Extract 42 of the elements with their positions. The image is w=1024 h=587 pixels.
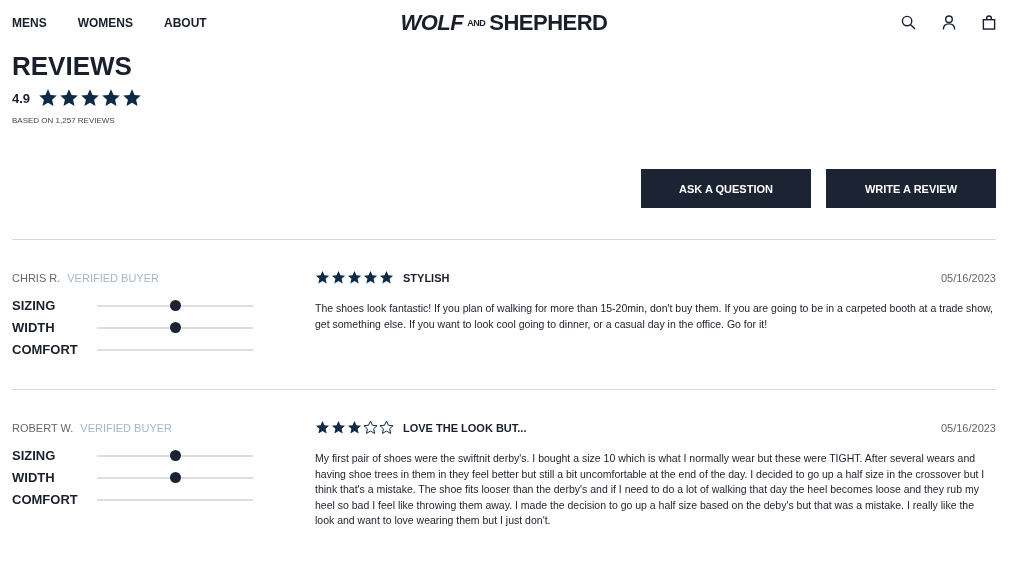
action-button[interactable]: ASK A QUESTION xyxy=(641,169,811,208)
user-icon[interactable] xyxy=(942,15,956,30)
average-rating: 4.9 xyxy=(12,90,31,106)
review-text: The shoes look fantastic! If you plan of walking for more than 15-20min, don't buy them. If you are going to be in a carpeted booth at a trade show, get something else. If you want to look cool going to dinner, or a casual day in the office. Go for it! xyxy=(315,301,994,332)
review-date: 05/16/2023 xyxy=(940,421,996,434)
star-icon xyxy=(38,88,59,108)
review-count: BASED ON 1,257 REVIEWS xyxy=(12,116,116,125)
reviewer-name: CHRIS R. xyxy=(12,272,61,284)
nav-link[interactable]: ABOUT xyxy=(164,15,207,30)
star-icon xyxy=(347,270,362,285)
verified-label: VERIFIED BUYER xyxy=(80,422,172,434)
attribute-label: COMFORT xyxy=(12,342,79,357)
star-icon xyxy=(315,420,330,435)
star-icon xyxy=(122,88,143,108)
star-icon xyxy=(331,270,346,285)
review-date: 05/16/2023 xyxy=(940,271,996,284)
attribute-label: SIZING xyxy=(12,298,57,313)
review-text: My first pair of shoes were the swiftnit derby's. I bought a size 10 which is what I normally wear but these were TIGHT. After several wears and having shoe trees in them in they feel better but still a bit uncomfortable at the end of the day. I decided to go up a half size in the crossover but I think that's a mistake. The shoe fits looser than the derby's and if I need to do a lot of walking that day the heel becomes loose and they rub my heel so bad I feel like throwing them away. I made the decision to go up a half size based on the deby's but that was a mistake. I really like the look and want to love wearing them but I just don't. xyxy=(315,451,986,528)
shopping-bag-icon[interactable] xyxy=(982,15,996,30)
star-icon xyxy=(101,88,122,108)
review-title: STYLISH xyxy=(403,271,450,284)
star-icon xyxy=(80,88,101,108)
star-icon xyxy=(331,420,346,435)
nav-link[interactable]: MENS xyxy=(12,15,47,30)
star-icon xyxy=(347,420,362,435)
search-icon[interactable] xyxy=(901,15,916,30)
verified-label: VERIFIED BUYER xyxy=(67,272,159,284)
attribute-label: WIDTH xyxy=(12,470,56,485)
nav-link[interactable]: WOMENS xyxy=(77,15,133,30)
star-icon xyxy=(379,270,394,285)
attribute-label: WIDTH xyxy=(12,320,56,335)
star-outline-icon xyxy=(363,420,378,435)
action-button[interactable]: WRITE A REVIEW xyxy=(826,169,996,208)
star-icon xyxy=(315,270,330,285)
star-icon xyxy=(59,88,80,108)
review-title: LOVE THE LOOK BUT... xyxy=(403,421,527,434)
star-icon xyxy=(363,270,378,285)
attribute-label: SIZING xyxy=(12,448,57,463)
attribute-label: COMFORT xyxy=(12,492,79,507)
star-outline-icon xyxy=(379,420,394,435)
page-title: REVIEWS xyxy=(12,50,133,82)
reviewer-name: ROBERT W. xyxy=(12,422,74,434)
